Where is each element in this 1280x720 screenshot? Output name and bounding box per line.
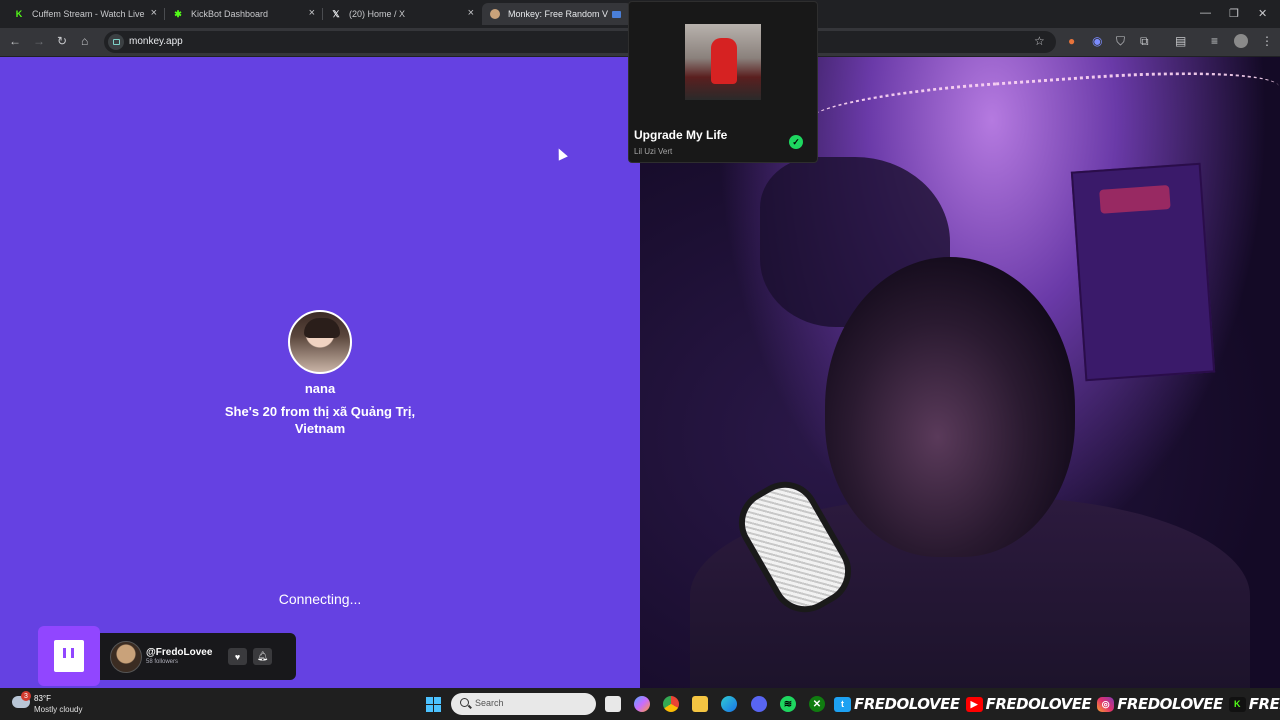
social-handle: FREDOLOVEE <box>985 695 1092 713</box>
spotify-icon[interactable]: ≋ <box>780 696 796 712</box>
task-view-icon[interactable] <box>605 696 621 712</box>
menu-kebab-icon[interactable]: ⋮ <box>1261 34 1273 48</box>
search-icon <box>460 698 469 707</box>
tab-kickbot[interactable]: ✱ KickBot Dashboard × <box>165 3 321 25</box>
twitch-logo <box>38 626 100 686</box>
twitch-followers: 58 followers <box>146 659 179 665</box>
twitter-icon: t <box>834 696 851 712</box>
reload-icon[interactable]: ↻ <box>57 34 67 48</box>
discord-icon[interactable] <box>751 696 767 712</box>
tab-cuffem-stream[interactable]: K Cuffem Stream - Watch Live on × <box>6 3 163 25</box>
match-bio-line: She's 20 from thị xã Quảng Trị, <box>224 404 416 419</box>
tab-monkey[interactable]: Monkey: Free Random Vide <box>482 3 632 25</box>
social-handles-overlay: t FREDOLOVEE ▶ FREDOLOVEE ◎ FREDOLOVEE K… <box>834 688 1280 720</box>
social-handle: FREDOLOVEE <box>854 695 960 713</box>
tab-title: Monkey: Free Random Vide <box>508 9 608 19</box>
tab-x-home[interactable]: 𝕏 (20) Home / X × <box>323 3 480 25</box>
chrome-icon[interactable] <box>663 696 679 712</box>
taskbar: 3 83°F Mostly cloudy Search ≋ ✕ t FREDOL… <box>0 688 1280 720</box>
maximize-icon[interactable]: ❐ <box>1229 7 1239 20</box>
home-icon[interactable]: ⌂ <box>81 34 88 48</box>
kick-icon: K <box>1228 696 1246 712</box>
check-icon: ✓ <box>789 135 803 149</box>
close-window-icon[interactable]: ✕ <box>1258 7 1267 20</box>
site-info-icon[interactable] <box>108 34 124 50</box>
heart-icon: ♥ <box>228 648 247 665</box>
close-tab-icon[interactable]: × <box>468 7 474 19</box>
media-control-icon[interactable]: ≡ <box>1211 34 1218 48</box>
connection-status: Connecting... <box>278 591 362 607</box>
mouse-cursor-icon <box>554 146 568 161</box>
wall-poster <box>1070 162 1216 382</box>
match-avatar <box>288 310 352 374</box>
x-icon: 𝕏 <box>332 8 340 19</box>
tab-title: (20) Home / X <box>349 9 406 19</box>
match-username: nana <box>304 381 336 396</box>
xbox-icon[interactable]: ✕ <box>809 696 825 712</box>
file-explorer-icon[interactable] <box>692 696 708 712</box>
bell-icon: 🔔︎ <box>253 648 272 665</box>
match-panel: nana She's 20 from thị xã Quảng Trị, Vie… <box>0 57 640 688</box>
kick-icon: K <box>15 9 23 19</box>
social-kick: K FREDOLOVEE <box>1228 695 1280 713</box>
extension-blue-icon[interactable]: ◉ <box>1092 34 1102 48</box>
album-art <box>685 24 761 100</box>
shield-extension-icon[interactable]: ⛉ <box>1116 34 1125 48</box>
close-tab-icon[interactable]: × <box>309 7 315 19</box>
weather-desc: Mostly cloudy <box>34 705 83 714</box>
led-light-string <box>808 62 1280 156</box>
kickbot-icon: ✱ <box>174 8 182 19</box>
forward-icon[interactable]: → <box>33 34 45 48</box>
twitch-avatar <box>110 641 142 673</box>
monkey-icon <box>490 9 500 19</box>
twitch-icon <box>54 640 84 672</box>
youtube-icon: ▶ <box>965 696 983 712</box>
screen-share-icon <box>612 10 621 18</box>
twitch-follow-card: @FredoLovee 58 followers ♥ 🔔︎ <box>38 626 296 686</box>
social-handle: FREDOLOVEE <box>1117 695 1223 713</box>
spotify-now-playing: Upgrade My Life Lil Uzi Vert ✓ <box>628 1 818 163</box>
address-bar[interactable]: monkey.app <box>104 31 1056 53</box>
url-text: monkey.app <box>129 36 183 47</box>
extension-orange-icon[interactable]: ● <box>1068 34 1075 48</box>
back-icon[interactable]: ← <box>9 34 21 48</box>
social-handle: FREDOLOVEE <box>1248 695 1280 713</box>
bookmark-star-icon[interactable]: ☆ <box>1034 34 1045 48</box>
side-panel-icon[interactable]: ▤ <box>1175 34 1186 48</box>
copilot-icon[interactable] <box>634 696 650 712</box>
streamer-head <box>825 257 1075 557</box>
match-bio: She's 20 from thị xã Quảng Trị, Vietnam <box>200 403 440 437</box>
song-title: Upgrade My Life <box>634 128 728 142</box>
social-twitter: t FREDOLOVEE <box>834 695 960 713</box>
search-placeholder: Search <box>475 698 504 708</box>
profile-avatar-icon[interactable] <box>1234 34 1248 48</box>
social-youtube: ▶ FREDOLOVEE <box>965 695 1092 713</box>
windows-start-icon[interactable] <box>426 697 441 712</box>
song-artist: Lil Uzi Vert <box>634 147 673 156</box>
twitch-handle: @FredoLovee <box>146 647 213 658</box>
tab-title: Cuffem Stream - Watch Live on <box>32 9 147 19</box>
edge-icon[interactable] <box>721 696 737 712</box>
taskbar-search[interactable]: Search <box>451 693 596 715</box>
close-tab-icon[interactable]: × <box>151 7 157 19</box>
tab-title: KickBot Dashboard <box>191 9 269 19</box>
social-instagram: ◎ FREDOLOVEE <box>1097 695 1223 713</box>
minimize-icon[interactable]: — <box>1200 7 1211 19</box>
match-bio-line: Vietnam <box>294 421 346 436</box>
weather-badge: 3 <box>21 691 31 701</box>
weather-temp: 83°F <box>34 694 51 703</box>
instagram-icon: ◎ <box>1097 696 1115 712</box>
extensions-puzzle-icon[interactable]: ⧉ <box>1140 34 1149 48</box>
twitch-info-panel: @FredoLovee 58 followers ♥ 🔔︎ <box>100 633 296 680</box>
